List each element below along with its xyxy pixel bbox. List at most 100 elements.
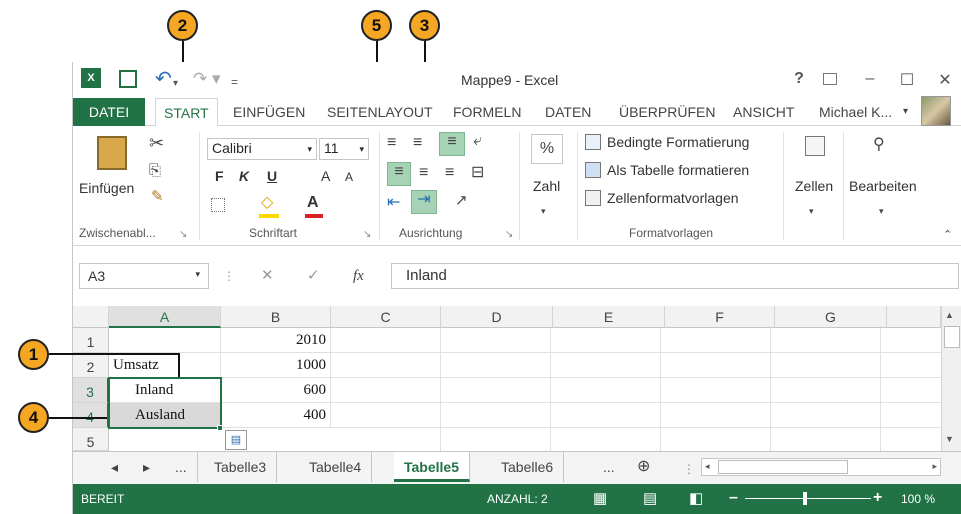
scroll-left-icon[interactable]: ◂ [705,461,710,472]
cell[interactable]: Ausland [109,403,221,428]
font-color-icon[interactable]: A [307,194,319,212]
undo-dropdown-icon[interactable]: ▾ [173,74,178,94]
scroll-up-icon[interactable]: ▲ [945,310,954,320]
tab-datei[interactable]: DATEI [73,98,145,126]
scroll-thumb[interactable] [944,326,960,348]
minimize-button[interactable]: – [860,70,880,88]
tab-einfuegen[interactable]: EINFÜGEN [225,98,313,126]
editing-button[interactable]: Bearbeiten [849,178,917,194]
column-header-f[interactable]: F [665,306,775,328]
tab-daten[interactable]: DATEN [537,98,599,126]
row-header[interactable]: 4 [73,403,109,428]
italic-button[interactable]: K [239,168,249,184]
copy-icon[interactable]: ⎘ [149,162,161,180]
undo-icon[interactable]: ↶ [155,69,172,89]
number-format-button[interactable]: % [531,134,563,164]
orientation-icon[interactable]: ↗ [455,192,468,210]
clipboard-launcher-icon[interactable]: ↘ [179,226,187,244]
zoom-in-button[interactable]: + [873,489,882,507]
align-bottom-icon[interactable]: ≡ [439,132,465,156]
empty-cells[interactable] [331,328,941,451]
format-as-table-icon[interactable] [585,162,601,178]
cell[interactable]: Umsatz [109,353,221,378]
tab-tabelle4[interactable]: Tabelle4 [299,452,373,482]
ribbon-display-options-icon[interactable] [823,73,837,85]
zoom-slider-thumb[interactable] [803,492,807,505]
fill-color-icon[interactable]: ◇ [261,194,273,212]
avatar[interactable] [921,96,951,126]
cut-icon[interactable]: ✂ [149,134,164,152]
binoculars-icon[interactable]: ⚲ [873,136,885,154]
tab-tabelle6[interactable]: Tabelle6 [491,452,565,482]
formula-input[interactable]: Inland [391,263,959,289]
horizontal-scrollbar[interactable]: ◂ ▸ [701,458,941,476]
column-header-d[interactable]: D [441,306,553,328]
cells-icon[interactable] [805,136,825,156]
font-size-select[interactable]: 11 ▾ [319,138,369,160]
cell[interactable]: 600 [221,378,331,403]
restore-button[interactable]: ☐ [897,70,917,90]
increase-indent-icon[interactable]: ⇥ [411,190,437,214]
zoom-level[interactable]: 100 % [901,492,935,506]
next-sheet-icon[interactable]: ▸ [133,452,160,482]
cells-button[interactable]: Zellen [795,178,833,194]
alignment-launcher-icon[interactable]: ↘ [505,226,513,244]
column-header-a[interactable]: A [109,306,221,328]
vertical-scrollbar[interactable]: ▲ ▼ [941,306,961,451]
decrease-indent-icon[interactable]: ⇤ [387,194,400,212]
redo-icon[interactable]: ↷ ▾ [193,69,221,89]
tab-seitenlayout[interactable]: SEITENLAYOUT [319,98,441,126]
cancel-icon[interactable]: ✕ [261,267,274,285]
close-button[interactable]: ✕ [935,70,955,90]
zoom-slider-track[interactable] [745,498,871,499]
format-as-table-button[interactable]: Als Tabelle formatieren [607,162,749,178]
cell-styles-icon[interactable] [585,190,601,206]
bold-button[interactable]: F [215,168,224,184]
font-launcher-icon[interactable]: ↘ [363,226,371,244]
borders-icon[interactable] [211,198,225,212]
number-group-button[interactable]: Zahl [533,178,560,194]
help-button[interactable]: ? [789,70,809,88]
wrap-text-icon[interactable]: ⤶ [473,132,482,150]
customize-qat-icon[interactable]: = [231,72,238,92]
align-left-icon[interactable]: ≡ [387,162,411,186]
enter-icon[interactable]: ✓ [307,267,320,285]
cell[interactable] [109,328,221,353]
merge-center-icon[interactable]: ⊟ [471,164,484,182]
scroll-right-icon[interactable]: ▸ [932,461,937,472]
fill-handle[interactable] [217,425,223,431]
splitter-icon[interactable]: ⋮ [683,462,695,476]
column-header-h[interactable] [887,306,941,328]
cell[interactable]: 1000 [221,353,331,378]
save-icon[interactable] [119,70,137,88]
row-header[interactable]: 3 [73,378,109,403]
scroll-down-icon[interactable]: ▼ [945,434,954,444]
name-box[interactable]: A3 ▾ [79,263,209,289]
column-header-e[interactable]: E [553,306,665,328]
conditional-formatting-icon[interactable] [585,134,601,150]
cell[interactable]: 400 [221,403,331,428]
cell-styles-button[interactable]: Zellenformatvorlagen [607,190,739,206]
chevron-down-icon[interactable]: ▾ [879,202,884,220]
grow-font-button[interactable]: A [321,168,330,184]
add-sheet-icon[interactable]: ⊕ [627,452,660,482]
more-sheets-right[interactable]: ... [593,452,625,482]
column-header-c[interactable]: C [331,306,441,328]
insert-function-icon[interactable]: fx [353,267,364,285]
collapse-ribbon-icon[interactable]: ⌃ [943,226,952,244]
select-all-corner[interactable] [73,306,109,328]
user-dropdown-icon[interactable]: ▾ [895,98,916,126]
cell[interactable]: Inland [109,378,221,403]
font-name-select[interactable]: Calibri ▾ [207,138,317,160]
quick-analysis-icon[interactable]: ▤ [225,430,247,450]
user-name[interactable]: Michael K... [811,98,900,126]
chevron-down-icon[interactable]: ▾ [541,202,546,220]
align-top-icon[interactable]: ≡ [387,134,396,152]
more-sheets-left[interactable]: ... [165,452,198,482]
row-header[interactable]: 1 [73,328,109,353]
tab-start[interactable]: START [155,98,218,127]
align-right-icon[interactable]: ≡ [445,164,454,182]
column-header-g[interactable]: G [775,306,887,328]
hscroll-thumb[interactable] [718,460,848,474]
chevron-down-icon[interactable]: ▾ [809,202,814,220]
